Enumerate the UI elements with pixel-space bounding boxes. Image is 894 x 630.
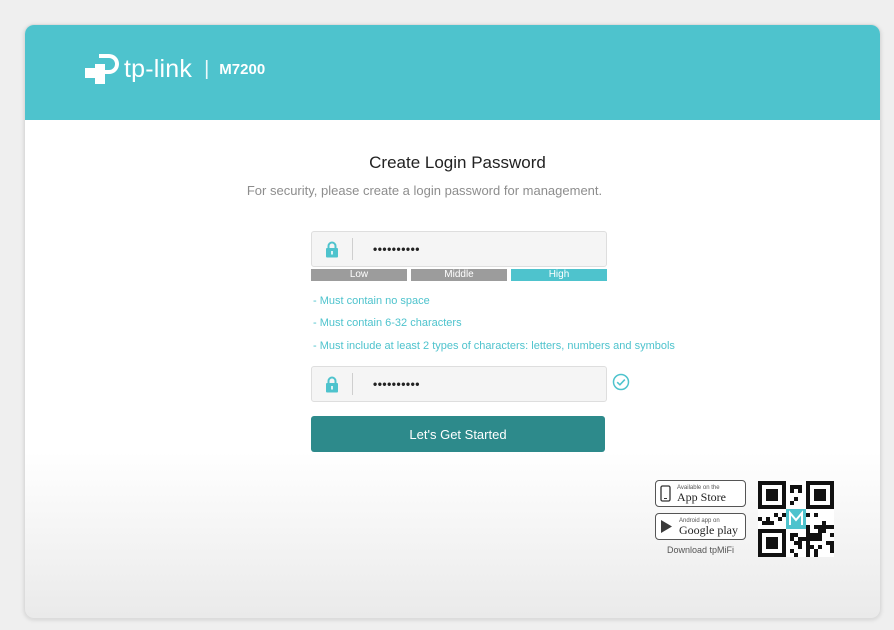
confirm-password-value: •••••••••• bbox=[373, 377, 421, 391]
lock-icon bbox=[312, 367, 352, 401]
qr-code-icon bbox=[758, 481, 834, 557]
app-store-label: App Store bbox=[677, 489, 726, 504]
password-strength-meter: Low Middle High bbox=[311, 269, 607, 281]
rule-char-types: - Must include at least 2 types of chara… bbox=[313, 340, 675, 352]
header-bar: tp-link | M7200 bbox=[25, 25, 880, 120]
field-divider bbox=[352, 238, 353, 260]
confirm-password-field[interactable]: •••••••••• bbox=[311, 366, 607, 402]
play-icon bbox=[661, 520, 672, 533]
brand-name: tp-link bbox=[124, 54, 193, 83]
tp-link-logo: tp-link | M7200 bbox=[81, 52, 265, 86]
check-circle-icon bbox=[612, 373, 630, 396]
password-field[interactable]: •••••••••• bbox=[311, 231, 607, 267]
page-subtitle: For security, please create a login pass… bbox=[246, 183, 603, 198]
google-play-badge[interactable]: Android app on Google play bbox=[655, 513, 746, 540]
lock-icon bbox=[312, 232, 352, 266]
strength-high: High bbox=[511, 269, 607, 281]
field-divider bbox=[352, 373, 353, 395]
download-tpmifi-text: Download tpMiFi bbox=[666, 545, 735, 555]
login-window: tp-link | M7200 Create Login Password Fo… bbox=[24, 24, 881, 619]
model-name: M7200 bbox=[219, 60, 266, 78]
app-store-badge[interactable]: Available on the App Store bbox=[655, 480, 746, 507]
password-value: •••••••••• bbox=[373, 242, 421, 256]
tp-link-logo-icon bbox=[85, 54, 119, 84]
header-separator: | bbox=[204, 57, 210, 80]
lets-get-started-button[interactable]: Let's Get Started bbox=[311, 416, 605, 452]
rule-length: - Must contain 6-32 characters bbox=[313, 317, 462, 329]
page-title: Create Login Password bbox=[369, 153, 546, 172]
strength-middle: Middle bbox=[411, 269, 507, 281]
google-play-label: Google play bbox=[679, 522, 738, 537]
rule-no-space: - Must contain no space bbox=[313, 295, 430, 307]
strength-low: Low bbox=[311, 269, 407, 281]
app-store-text: Available on the App Store bbox=[677, 485, 726, 503]
google-play-text: Android app on Google play bbox=[679, 518, 738, 536]
phone-icon bbox=[660, 485, 671, 502]
